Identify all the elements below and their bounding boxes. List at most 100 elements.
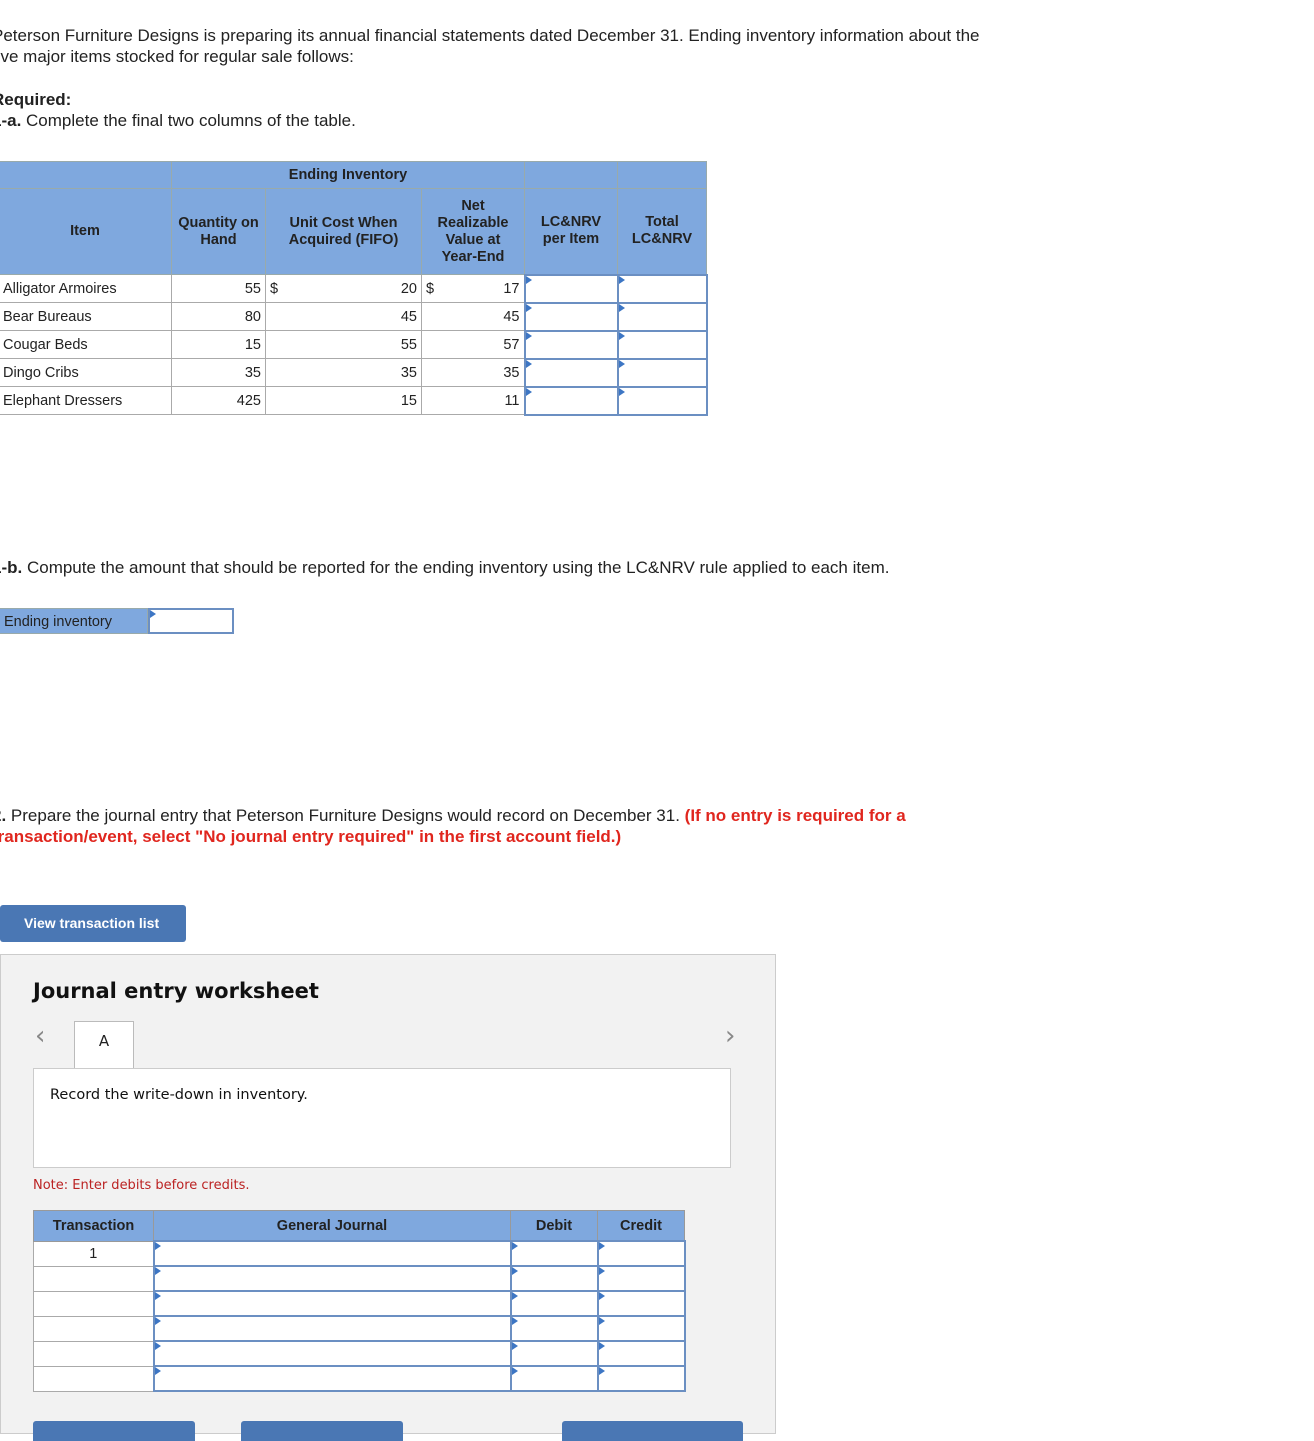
quantity-cell: 80 xyxy=(171,302,266,331)
credit-input[interactable] xyxy=(596,1340,686,1367)
account-input[interactable] xyxy=(152,1365,512,1392)
part-1b-text: Compute the amount that should be report… xyxy=(22,558,890,577)
header-blank xyxy=(524,161,618,189)
input-marker-icon xyxy=(511,1317,518,1325)
view-general-journal-button[interactable] xyxy=(562,1421,743,1441)
account-input[interactable] xyxy=(152,1290,512,1317)
header-blank xyxy=(0,161,172,189)
transaction-number: 1 xyxy=(33,1240,154,1267)
unit-cost-cell: 15 xyxy=(265,386,422,415)
unit-cost-value: 15 xyxy=(400,392,417,409)
item-name: Cougar Beds xyxy=(0,330,172,359)
debit-input[interactable] xyxy=(509,1340,599,1367)
transaction-number xyxy=(33,1365,154,1392)
part-1a-text: Complete the final two columns of the ta… xyxy=(21,111,356,130)
intro-text: Peterson Furniture Designs is preparing … xyxy=(0,25,980,67)
total-lcnrv-input[interactable] xyxy=(616,357,708,388)
lcnrv-per-item-input[interactable] xyxy=(523,385,619,416)
total-lcnrv-input[interactable] xyxy=(616,273,708,304)
ending-inventory-label: Ending inventory xyxy=(0,608,148,634)
input-marker-icon xyxy=(511,1292,518,1300)
clear-entry-button[interactable] xyxy=(241,1421,403,1441)
unit-cost-value: 35 xyxy=(400,364,417,381)
journal-row xyxy=(33,1290,686,1317)
account-input[interactable] xyxy=(152,1315,512,1342)
account-input[interactable] xyxy=(152,1340,512,1367)
worksheet-description: Record the write-down in inventory. xyxy=(33,1068,731,1168)
header-debit: Debit xyxy=(510,1210,598,1242)
input-marker-icon xyxy=(525,387,532,396)
nrv-value: 17 xyxy=(503,280,520,297)
nrv-value: 35 xyxy=(503,364,520,381)
input-marker-icon xyxy=(598,1292,605,1300)
currency-symbol: $ xyxy=(270,280,279,297)
header-general-journal: General Journal xyxy=(153,1210,511,1242)
nrv-cell: 57 xyxy=(421,330,525,359)
debit-input[interactable] xyxy=(509,1290,599,1317)
account-input[interactable] xyxy=(152,1265,512,1292)
inventory-row: Cougar Beds 15 55 57 xyxy=(0,329,708,360)
item-name: Elephant Dressers xyxy=(0,386,172,415)
transaction-number xyxy=(33,1315,154,1342)
journal-row xyxy=(33,1315,686,1342)
input-marker-icon xyxy=(511,1267,518,1275)
header-quantity: Quantity on Hand xyxy=(171,188,266,275)
next-arrow-icon[interactable]: › xyxy=(725,1021,735,1051)
debit-input[interactable] xyxy=(509,1265,599,1292)
input-marker-icon xyxy=(150,610,156,618)
journal-row: 1 xyxy=(33,1240,686,1267)
dropdown-marker-icon xyxy=(154,1292,161,1300)
lcnrv-per-item-input[interactable] xyxy=(523,329,619,360)
debit-input[interactable] xyxy=(509,1315,599,1342)
total-lcnrv-input[interactable] xyxy=(616,329,708,360)
transaction-number xyxy=(33,1265,154,1292)
unit-cost-cell: 45 xyxy=(265,302,422,331)
general-journal-table: Transaction General Journal Debit Credit… xyxy=(33,1210,686,1392)
part-1a-prefix: 1-a. xyxy=(0,111,22,130)
total-lcnrv-input[interactable] xyxy=(616,301,708,332)
lcnrv-per-item-input[interactable] xyxy=(523,357,619,388)
credit-input[interactable] xyxy=(596,1240,686,1267)
input-marker-icon xyxy=(618,387,625,396)
input-marker-icon xyxy=(598,1317,605,1325)
prev-arrow-icon[interactable]: ‹ xyxy=(35,1021,45,1051)
dropdown-marker-icon xyxy=(154,1267,161,1275)
total-lcnrv-input[interactable] xyxy=(616,385,708,416)
dropdown-marker-icon xyxy=(154,1242,161,1250)
inventory-row: Bear Bureaus 80 45 45 xyxy=(0,301,708,332)
part-2-note-1: (If no entry is required for a xyxy=(684,806,906,825)
credit-input[interactable] xyxy=(596,1265,686,1292)
nrv-value: 11 xyxy=(504,392,520,409)
view-transaction-list-button[interactable]: View transaction list xyxy=(0,905,186,942)
ending-inventory-input[interactable] xyxy=(148,608,234,634)
part-2-text: Prepare the journal entry that Peterson … xyxy=(6,806,685,825)
debit-input[interactable] xyxy=(509,1365,599,1392)
inventory-row: Alligator Armoires 55 $20 $17 xyxy=(0,273,708,304)
input-marker-icon xyxy=(525,331,532,340)
header-transaction: Transaction xyxy=(33,1210,154,1242)
inventory-row: Elephant Dressers 425 15 11 xyxy=(0,385,708,416)
nrv-value: 57 xyxy=(503,336,520,353)
credit-input[interactable] xyxy=(596,1290,686,1317)
input-marker-icon xyxy=(618,275,625,284)
account-input[interactable] xyxy=(152,1240,512,1267)
header-ending-inventory: Ending Inventory xyxy=(171,161,525,189)
header-credit: Credit xyxy=(597,1210,685,1242)
nrv-cell: 11 xyxy=(421,386,525,415)
journal-entry-worksheet: Journal entry worksheet ‹ › A Record the… xyxy=(0,954,776,1441)
nrv-cell: 45 xyxy=(421,302,525,331)
record-entry-button[interactable] xyxy=(33,1421,195,1441)
part-2-instruction: 2. Prepare the journal entry that Peters… xyxy=(0,805,906,847)
part-1a-instruction: 1-a. Complete the final two columns of t… xyxy=(0,110,356,131)
unit-cost-value: 20 xyxy=(400,280,417,297)
tab-a[interactable]: A xyxy=(74,1021,134,1072)
credit-input[interactable] xyxy=(596,1315,686,1342)
quantity-cell: 35 xyxy=(171,358,266,387)
credit-input[interactable] xyxy=(596,1365,686,1392)
lcnrv-per-item-input[interactable] xyxy=(523,301,619,332)
input-marker-icon xyxy=(525,359,532,368)
debit-input[interactable] xyxy=(509,1240,599,1267)
lcnrv-per-item-input[interactable] xyxy=(523,273,619,304)
part-1b-instruction: 1-b. Compute the amount that should be r… xyxy=(0,557,889,578)
part-2-note-2: transaction/event, select "No journal en… xyxy=(0,827,622,846)
